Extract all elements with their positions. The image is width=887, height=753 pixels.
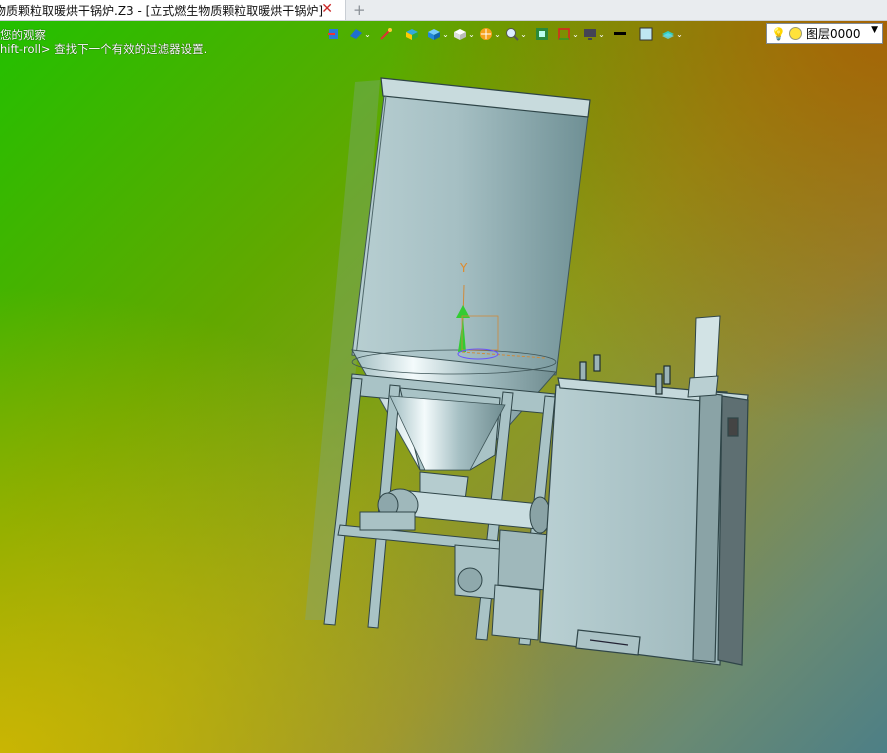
exit-icon[interactable]	[322, 25, 346, 43]
chimney	[687, 315, 721, 398]
close-icon[interactable]: ✕	[321, 1, 333, 17]
layers-icon[interactable]: ⌄	[660, 25, 684, 43]
status-hint-2: hift-roll> 查找下一个有效的过滤器设置.	[0, 42, 208, 56]
document-tab[interactable]: 物质颗粒取暖烘干锅炉.Z3 - [立式燃生物质颗粒取暖烘干锅炉] ✕	[0, 0, 346, 20]
document-tab-title: 物质颗粒取暖烘干锅炉.Z3 - [立式燃生物质颗粒取暖烘干锅炉]	[0, 3, 323, 18]
frame-icon[interactable]: ⌄	[556, 25, 580, 43]
boiler	[539, 377, 749, 666]
view-toolbar: ⌄ ⌄ ⌄ ⌄ ⌄ ⌄ ⌄ ⌄	[322, 24, 684, 44]
blower	[454, 529, 551, 641]
fit-icon[interactable]	[530, 25, 554, 43]
line-color-icon[interactable]	[608, 25, 632, 43]
silo-body	[351, 95, 589, 376]
cube-color-icon[interactable]	[400, 25, 424, 43]
cube-icon[interactable]: ⌄	[426, 25, 450, 43]
layer-label: 图层0000	[805, 27, 861, 41]
3d-model: Y	[305, 77, 749, 666]
cube-white-icon[interactable]: ⌄	[452, 25, 476, 43]
tab-bar: 物质颗粒取暖烘干锅炉.Z3 - [立式燃生物质颗粒取暖烘干锅炉] ✕ +	[0, 0, 887, 21]
layer-select[interactable]: 💡 图层0000 ▼	[766, 23, 883, 44]
axis-y-label: Y	[459, 261, 468, 275]
chevron-down-icon[interactable]: ▼	[871, 25, 878, 35]
plus-icon[interactable]: +	[353, 1, 366, 19]
layer-color-icon	[788, 27, 802, 40]
pencil-icon[interactable]	[374, 25, 398, 43]
fill-color-icon[interactable]	[634, 25, 658, 43]
view-icon[interactable]: ⌄	[348, 25, 372, 43]
bulb-icon: 💡	[771, 26, 786, 41]
zoom-icon[interactable]: ⌄	[504, 25, 528, 43]
monitor-icon[interactable]: ⌄	[582, 25, 606, 43]
render-icon[interactable]: ⌄	[478, 25, 502, 43]
